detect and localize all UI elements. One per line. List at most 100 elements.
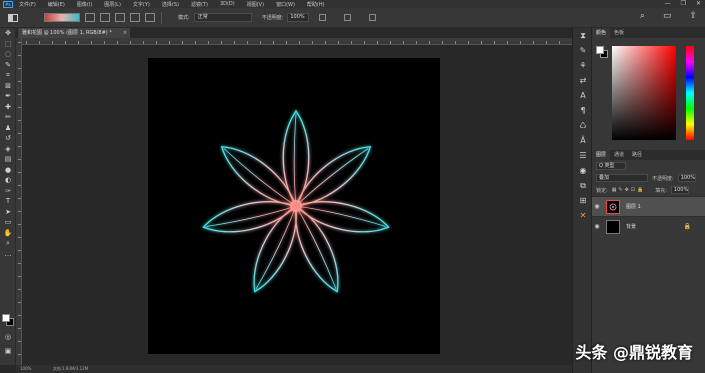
- ruler-tick: [468, 41, 469, 44]
- frame-tool-icon[interactable]: ⊠: [0, 81, 16, 92]
- mode-select[interactable]: 正常: [193, 13, 252, 22]
- zoom-tool-icon[interactable]: ⌕: [0, 238, 16, 249]
- layer-kind-filter[interactable]: Q 类型: [596, 162, 626, 170]
- pen-tool-icon[interactable]: ✑: [0, 186, 16, 197]
- hue-slider[interactable]: [686, 46, 694, 140]
- workspace-icon[interactable]: ▭: [663, 11, 672, 21]
- ruler-tick: [234, 41, 235, 44]
- close-tab-icon[interactable]: ×: [123, 28, 127, 38]
- menu-select[interactable]: 选择(S): [162, 1, 179, 8]
- minimize-button[interactable]: —: [665, 0, 671, 7]
- document-tab[interactable]: 雅和花图 @ 100% (图层 1, RGB/8#) * ×: [18, 28, 130, 38]
- hand-tool-icon[interactable]: ✋: [0, 228, 16, 239]
- panel-foreground-swatch[interactable]: [596, 46, 604, 54]
- menu-filter[interactable]: 滤镜(T): [191, 1, 208, 8]
- diamond-gradient-button[interactable]: [145, 13, 155, 22]
- menu-3d[interactable]: 3D(D): [220, 1, 235, 7]
- search-icon[interactable]: ⌕: [640, 11, 645, 21]
- info-icon[interactable]: ⊞: [573, 193, 593, 208]
- color-swatches[interactable]: [2, 314, 14, 326]
- maximize-button[interactable]: ❐: [681, 0, 686, 7]
- dither-checkbox[interactable]: [344, 14, 352, 21]
- gradient-preview[interactable]: [44, 13, 80, 22]
- glyphs-icon[interactable]: ♺: [573, 118, 593, 133]
- path-select-tool-icon[interactable]: ➤: [0, 207, 16, 218]
- photoshop-logo: Ps: [3, 0, 13, 8]
- lasso-tool-icon[interactable]: ◌: [0, 49, 16, 60]
- lock-icon: 🔒: [683, 223, 691, 230]
- fill-input[interactable]: 100%: [670, 186, 689, 194]
- linear-gradient-button[interactable]: [85, 13, 95, 22]
- blend-mode-select[interactable]: 叠加: [596, 174, 648, 182]
- ruler-tick: [78, 41, 79, 44]
- reflected-gradient-button[interactable]: [130, 13, 140, 22]
- document-canvas[interactable]: [148, 58, 440, 354]
- character-styles-icon[interactable]: Ä: [573, 133, 593, 148]
- tab-layers[interactable]: 图层: [592, 150, 611, 160]
- dodge-tool-icon[interactable]: ◐: [0, 175, 16, 186]
- tab-swatches[interactable]: 色板: [610, 28, 628, 38]
- clone-source-icon[interactable]: ⇄: [573, 73, 593, 88]
- libraries-icon[interactable]: ⧉: [573, 178, 593, 193]
- petal: [282, 109, 310, 208]
- radial-gradient-button[interactable]: [100, 13, 110, 22]
- menu-layer[interactable]: 图层(L): [104, 1, 121, 8]
- menu-window[interactable]: 窗口(W): [276, 1, 295, 8]
- share-icon[interactable]: ⇪: [689, 11, 697, 21]
- brush-settings-icon[interactable]: ✎: [573, 43, 593, 58]
- tools-crossed-icon[interactable]: ✕: [573, 208, 593, 223]
- layer-opacity-input[interactable]: 100%: [677, 174, 696, 182]
- tab-color[interactable]: 颜色: [592, 28, 611, 38]
- crop-tool-icon[interactable]: ⌗: [0, 70, 16, 81]
- tab-channels[interactable]: 通道: [610, 150, 628, 160]
- layer-row-layer1[interactable]: ◉ 图层 1: [592, 196, 705, 216]
- paragraph-icon[interactable]: ¶: [573, 103, 593, 118]
- document-tab-title: 雅和花图 @ 100% (图层 1, RGB/8#) *: [22, 30, 112, 36]
- close-window-button[interactable]: ✕: [696, 0, 701, 7]
- character-icon[interactable]: A: [573, 88, 593, 103]
- history-brush-tool-icon[interactable]: ↺: [0, 133, 16, 144]
- eyedropper-tool-icon[interactable]: ✒: [0, 91, 16, 102]
- edit-toolbar-icon[interactable]: …: [0, 249, 16, 260]
- lock-icons[interactable]: ▦✎✥⊡🔒: [612, 187, 646, 193]
- menu-edit[interactable]: 编辑(E): [48, 1, 65, 8]
- marquee-tool-icon[interactable]: ⬚: [0, 39, 16, 50]
- horizontal-ruler[interactable]: [22, 38, 572, 45]
- menu-image[interactable]: 图像(I): [77, 1, 92, 8]
- type-tool-icon[interactable]: T: [0, 196, 16, 207]
- tab-paths[interactable]: 路径: [628, 150, 646, 160]
- layer-row-background[interactable]: ◉ 背景 🔒: [592, 216, 705, 236]
- move-tool-icon[interactable]: ✥: [0, 28, 16, 39]
- menu-file[interactable]: 文件(F): [19, 1, 36, 8]
- menu-type[interactable]: 文字(Y): [133, 1, 150, 8]
- layer-name: 图层 1: [626, 204, 641, 210]
- angle-gradient-button[interactable]: [115, 13, 125, 22]
- quick-mask-icon[interactable]: ◎: [0, 332, 16, 343]
- gradient-tool-icon[interactable]: ▤: [0, 154, 16, 165]
- eye-icon[interactable]: ◉: [592, 223, 602, 230]
- tool-preset-picker[interactable]: [4, 11, 22, 25]
- saturation-brightness-picker[interactable]: [612, 46, 676, 140]
- menu-help[interactable]: 帮助(H): [307, 1, 325, 8]
- blur-tool-icon[interactable]: ●: [0, 165, 16, 176]
- healing-brush-tool-icon[interactable]: ✚: [0, 102, 16, 113]
- ruler-tick: [455, 41, 456, 44]
- menu-view[interactable]: 视图(V): [247, 1, 264, 8]
- opacity-input[interactable]: 100%: [287, 13, 310, 22]
- options-bar: 模式: 正常 不透明度: 100% ⌕ ▭ ⇪: [0, 8, 705, 28]
- brush-tool-icon[interactable]: ✏: [0, 112, 16, 123]
- transparency-checkbox[interactable]: [369, 14, 377, 21]
- history-icon[interactable]: ⧗: [573, 28, 593, 43]
- shape-tool-icon[interactable]: ▭: [0, 217, 16, 228]
- brushes-icon[interactable]: ⚘: [573, 58, 593, 73]
- clone-stamp-tool-icon[interactable]: ♟: [0, 123, 16, 134]
- quick-select-tool-icon[interactable]: ✎: [0, 60, 16, 71]
- eraser-tool-icon[interactable]: ◈: [0, 144, 16, 155]
- foreground-color-swatch[interactable]: [2, 314, 10, 322]
- screen-mode-icon[interactable]: ▣: [0, 346, 16, 357]
- zoom-level[interactable]: 100%: [20, 366, 31, 371]
- eye-icon[interactable]: ◉: [592, 203, 602, 210]
- properties-icon[interactable]: ☰: [573, 148, 593, 163]
- reverse-checkbox[interactable]: [319, 14, 327, 21]
- adjustments-icon[interactable]: ◉: [573, 163, 593, 178]
